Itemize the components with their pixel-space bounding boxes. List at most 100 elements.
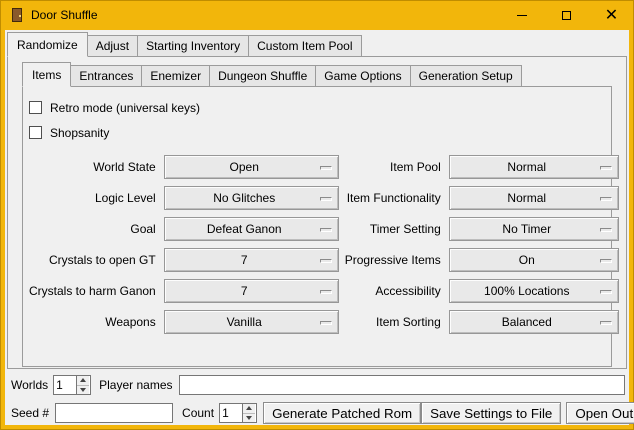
dropdown-indicator-icon	[320, 228, 332, 232]
item-functionality-dropdown[interactable]: Normal	[449, 186, 619, 210]
player-names-label: Player names	[99, 378, 172, 392]
world-state-label: World State	[93, 160, 157, 174]
generate-patched-rom-button[interactable]: Generate Patched Rom	[263, 402, 421, 424]
app-window: Door Shuffle ✕ Randomize Adjust Starting…	[0, 0, 634, 430]
window-title: Door Shuffle	[31, 8, 98, 22]
dropdown-indicator-icon	[600, 290, 612, 294]
dropdown-indicator-icon	[320, 290, 332, 294]
tab-enemizer[interactable]: Enemizer	[141, 65, 210, 87]
tab-starting-inventory[interactable]: Starting Inventory	[137, 35, 249, 57]
crystals-harm-ganon-label: Crystals to harm Ganon	[29, 284, 158, 298]
worlds-spin-input[interactable]	[54, 376, 76, 394]
item-sorting-dropdown[interactable]: Balanced	[449, 310, 619, 334]
open-output-directory-button[interactable]: Open Output Directory	[566, 402, 634, 424]
tab-adjust[interactable]: Adjust	[87, 35, 138, 57]
crystals-open-gt-dropdown[interactable]: 7	[164, 248, 339, 272]
dropdown-indicator-icon	[320, 197, 332, 201]
item-sorting-label: Item Sorting	[376, 315, 443, 329]
worlds-label: Worlds	[11, 378, 48, 392]
weapons-value: Vanilla	[227, 315, 276, 329]
shopsanity-row: Shopsanity	[29, 120, 605, 145]
worlds-spin-up-button[interactable]	[77, 376, 89, 386]
count-spin-down-button[interactable]	[243, 414, 255, 423]
arrow-up-icon	[80, 378, 86, 382]
retro-mode-checkbox[interactable]	[29, 101, 42, 114]
window-content: Randomize Adjust Starting Inventory Cust…	[5, 30, 629, 425]
timer-setting-dropdown[interactable]: No Timer	[449, 217, 619, 241]
crystals-harm-ganon-value: 7	[241, 284, 262, 298]
timer-setting-value: No Timer	[502, 222, 565, 236]
count-spin-input[interactable]	[220, 404, 242, 422]
main-tabbar: Randomize Adjust Starting Inventory Cust…	[7, 32, 629, 57]
progressive-items-label: Progressive Items	[345, 253, 443, 267]
crystals-harm-ganon-dropdown[interactable]: 7	[164, 279, 339, 303]
close-button[interactable]: ✕	[589, 0, 634, 30]
minimize-icon	[517, 15, 527, 16]
world-state-dropdown[interactable]: Open	[164, 155, 339, 179]
items-pane: Retro mode (universal keys) Shopsanity W…	[22, 86, 612, 367]
logic-level-dropdown[interactable]: No Glitches	[164, 186, 339, 210]
accessibility-value: 100% Locations	[484, 284, 583, 298]
count-spinbox	[219, 403, 257, 423]
count-label: Count	[182, 406, 214, 420]
timer-setting-label: Timer Setting	[370, 222, 443, 236]
arrow-down-icon	[80, 388, 86, 392]
worlds-spin-down-button[interactable]	[77, 386, 89, 395]
minimize-button[interactable]	[499, 0, 544, 30]
item-pool-value: Normal	[507, 160, 560, 174]
goal-label: Goal	[130, 222, 157, 236]
item-pool-label: Item Pool	[390, 160, 443, 174]
maximize-button[interactable]	[544, 0, 589, 30]
seed-input[interactable]	[55, 403, 173, 423]
dropdown-indicator-icon	[600, 228, 612, 232]
dropdown-indicator-icon	[600, 259, 612, 263]
crystals-open-gt-label: Crystals to open GT	[49, 253, 158, 267]
tab-entrances[interactable]: Entrances	[70, 65, 142, 87]
dropdown-indicator-icon	[320, 259, 332, 263]
tab-dungeon-shuffle[interactable]: Dungeon Shuffle	[209, 65, 316, 87]
weapons-label: Weapons	[105, 315, 157, 329]
worlds-row: Worlds Player names	[11, 375, 625, 395]
retro-mode-row: Retro mode (universal keys)	[29, 95, 605, 120]
maximize-icon	[562, 11, 571, 20]
tab-generation-setup[interactable]: Generation Setup	[410, 65, 522, 87]
item-sorting-value: Balanced	[502, 315, 566, 329]
dropdown-indicator-icon	[600, 197, 612, 201]
progressive-items-value: On	[519, 253, 549, 267]
tab-items[interactable]: Items	[22, 62, 71, 87]
logic-level-label: Logic Level	[95, 191, 158, 205]
goal-value: Defeat Ganon	[207, 222, 296, 236]
tab-custom-item-pool[interactable]: Custom Item Pool	[248, 35, 361, 57]
titlebar: Door Shuffle ✕	[0, 0, 634, 30]
item-functionality-label: Item Functionality	[347, 191, 443, 205]
dropdown-indicator-icon	[320, 321, 332, 325]
worlds-spin-arrows	[76, 376, 89, 394]
weapons-dropdown[interactable]: Vanilla	[164, 310, 339, 334]
goal-dropdown[interactable]: Defeat Ganon	[164, 217, 339, 241]
seed-label: Seed #	[11, 406, 49, 420]
retro-mode-label: Retro mode (universal keys)	[50, 101, 200, 115]
randomize-pane: Items Entrances Enemizer Dungeon Shuffle…	[7, 56, 627, 369]
item-pool-dropdown[interactable]: Normal	[449, 155, 619, 179]
accessibility-label: Accessibility	[375, 284, 442, 298]
logic-level-value: No Glitches	[213, 191, 289, 205]
count-spin-arrows	[242, 404, 255, 422]
progressive-items-dropdown[interactable]: On	[449, 248, 619, 272]
tab-randomize[interactable]: Randomize	[7, 32, 88, 57]
arrow-down-icon	[246, 416, 252, 420]
save-settings-button[interactable]: Save Settings to File	[421, 402, 561, 424]
app-icon	[9, 7, 25, 23]
count-spin-up-button[interactable]	[243, 404, 255, 414]
item-functionality-value: Normal	[507, 191, 560, 205]
dropdown-indicator-icon	[320, 166, 332, 170]
tab-game-options[interactable]: Game Options	[315, 65, 410, 87]
sub-tabbar: Items Entrances Enemizer Dungeon Shuffle…	[22, 62, 626, 87]
dropdown-indicator-icon	[600, 321, 612, 325]
close-icon: ✕	[605, 10, 618, 20]
accessibility-dropdown[interactable]: 100% Locations	[449, 279, 619, 303]
arrow-up-icon	[246, 406, 252, 410]
player-names-input[interactable]	[179, 375, 626, 395]
world-state-value: Open	[230, 160, 273, 174]
shopsanity-checkbox[interactable]	[29, 126, 42, 139]
worlds-spinbox	[53, 375, 91, 395]
